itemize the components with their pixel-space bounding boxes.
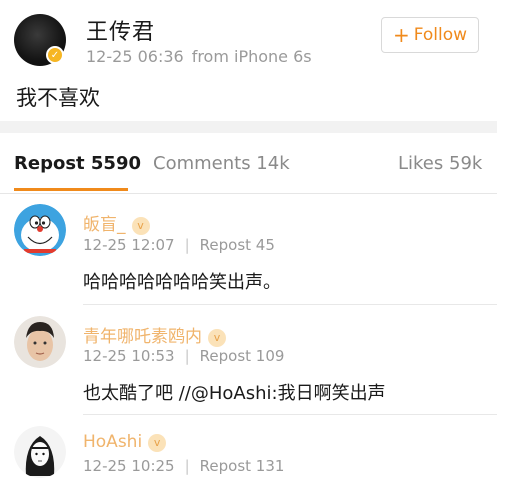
repost-divider — [83, 304, 497, 305]
repost-text: 哈哈哈哈哈哈哈笑出声。 — [83, 272, 281, 293]
repost-time: 12-25 12:07 — [83, 236, 175, 254]
doraemon-avatar[interactable] — [14, 204, 66, 256]
repost-author-label: 青年哪吒素鸥内 — [83, 327, 202, 347]
post-meta: 12-25 06:36 from iPhone 6s — [86, 47, 312, 66]
repost-meta: 12-25 12:07 | Repost 45 — [83, 236, 275, 254]
tab-likes[interactable]: Likes 59k — [398, 153, 482, 174]
plus-icon: + — [392, 23, 410, 47]
vip-badge-icon: v — [131, 217, 150, 235]
repost-time: 12-25 10:25 — [83, 457, 175, 475]
meta-separator: | — [184, 457, 190, 475]
man-portrait-avatar[interactable] — [14, 316, 66, 368]
repost-author-label: HoAshi — [83, 432, 143, 452]
repost-count: Repost 131 — [199, 457, 285, 475]
repost-text: 也太酷了吧 //@HoAshi:我日啊笑出声 — [83, 383, 386, 404]
repost-count: Repost 45 — [199, 236, 275, 254]
post-text: 我不喜欢 — [16, 86, 100, 110]
vip-badge-icon: v — [148, 434, 167, 452]
repost-meta: 12-25 10:53 | Repost 109 — [83, 347, 284, 365]
vip-badge-icon: v — [208, 329, 226, 347]
post-source: from iPhone 6s — [191, 47, 312, 66]
repost-author-name[interactable]: 皈盲_ v — [83, 210, 150, 235]
author-name[interactable]: 王传君 — [86, 14, 155, 46]
repost-author-label: 皈盲_ — [83, 215, 126, 235]
verified-badge-icon: ✓ — [46, 46, 64, 64]
repost-author-name[interactable]: HoAshi v — [83, 432, 167, 452]
repost-author-name[interactable]: 青年哪吒素鸥内 v — [83, 322, 226, 347]
repost-meta: 12-25 10:25 | Repost 131 — [83, 457, 284, 475]
repost-count: Repost 109 — [199, 347, 285, 365]
tab-divider — [0, 193, 497, 194]
repost-time: 12-25 10:53 — [83, 347, 175, 365]
meta-separator: | — [184, 347, 190, 365]
repost-divider — [83, 414, 497, 415]
follow-button[interactable]: + Follow — [381, 17, 479, 53]
drawn-girl-avatar[interactable] — [14, 426, 66, 478]
tab-repost[interactable]: Repost 5590 — [14, 153, 141, 174]
active-tab-indicator — [14, 188, 128, 191]
meta-separator: | — [184, 236, 190, 254]
section-divider — [0, 121, 497, 133]
follow-label: Follow — [413, 25, 468, 45]
post-time: 12-25 06:36 — [86, 47, 184, 66]
tab-comments[interactable]: Comments 14k — [153, 153, 290, 174]
